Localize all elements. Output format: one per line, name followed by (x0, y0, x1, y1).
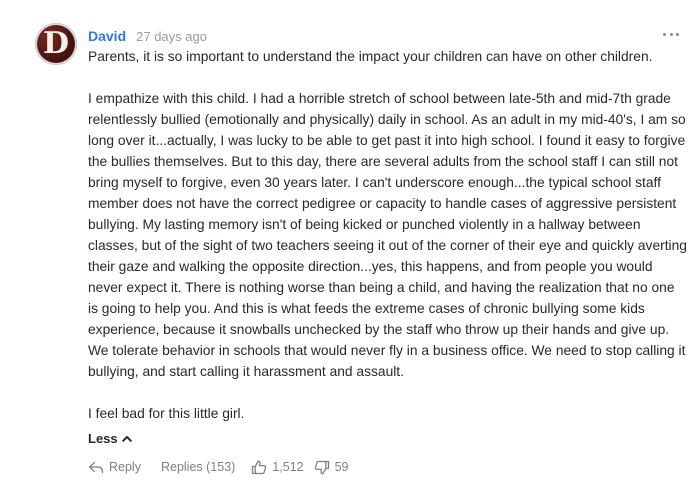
replies-label: Replies (153) (160, 460, 236, 474)
comment-paragraph: Parents, it is so important to understan… (88, 49, 653, 64)
more-dot (676, 32, 679, 36)
reply-arrow-icon (88, 461, 104, 473)
thumbs-up-icon (252, 460, 267, 474)
less-button[interactable]: Less (88, 429, 132, 447)
comment-body: Parents, it is so important to understan… (88, 46, 688, 424)
comment-header: David 27 days ago (88, 27, 207, 45)
comment-actions: Reply Replies (153) 1,512 59 (88, 457, 349, 477)
comment: D David 27 days ago Parents, it is so im… (0, 0, 691, 487)
more-options-icon[interactable] (663, 26, 679, 42)
more-dot (669, 32, 673, 36)
chevron-up-icon (121, 435, 132, 442)
replies-button[interactable]: Replies (153) (161, 460, 235, 474)
author-name[interactable]: David (88, 28, 126, 44)
reply-label: Reply (109, 460, 141, 474)
reply-button[interactable]: Reply (88, 460, 141, 474)
downvote-count: 59 (334, 460, 349, 474)
comment-paragraph: I empathize with this child. I had a hor… (88, 91, 687, 379)
avatar-letter: D (42, 26, 69, 61)
more-dot (663, 32, 666, 36)
less-label: Less (88, 430, 118, 446)
downvote-button[interactable]: 59 (314, 460, 349, 475)
upvote-count: 1,512 (272, 460, 304, 474)
thumbs-down-icon (314, 460, 329, 474)
avatar[interactable]: D (35, 23, 77, 65)
upvote-button[interactable]: 1,512 (251, 460, 304, 475)
comment-paragraph: I feel bad for this little girl. (88, 406, 245, 421)
comment-timestamp: 27 days ago (136, 28, 207, 44)
